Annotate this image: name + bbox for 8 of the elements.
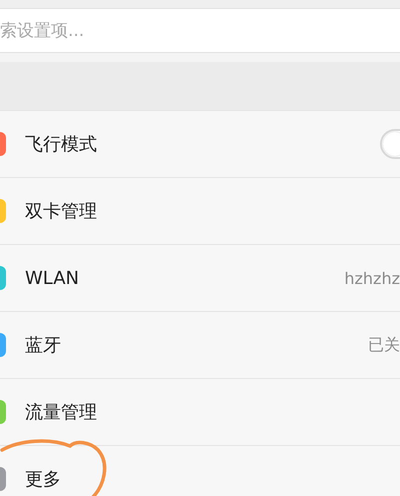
setting-label: 蓝牙 xyxy=(25,334,61,357)
setting-label: 更多 xyxy=(25,468,61,491)
setting-label: 飞行模式 xyxy=(25,133,97,156)
setting-label: WLAN xyxy=(25,268,80,288)
setting-value: 已关 xyxy=(368,334,400,356)
setting-label: 双卡管理 xyxy=(25,200,97,223)
setting-value: hzhzhz xyxy=(344,268,400,288)
setting-label: 流量管理 xyxy=(25,401,97,424)
